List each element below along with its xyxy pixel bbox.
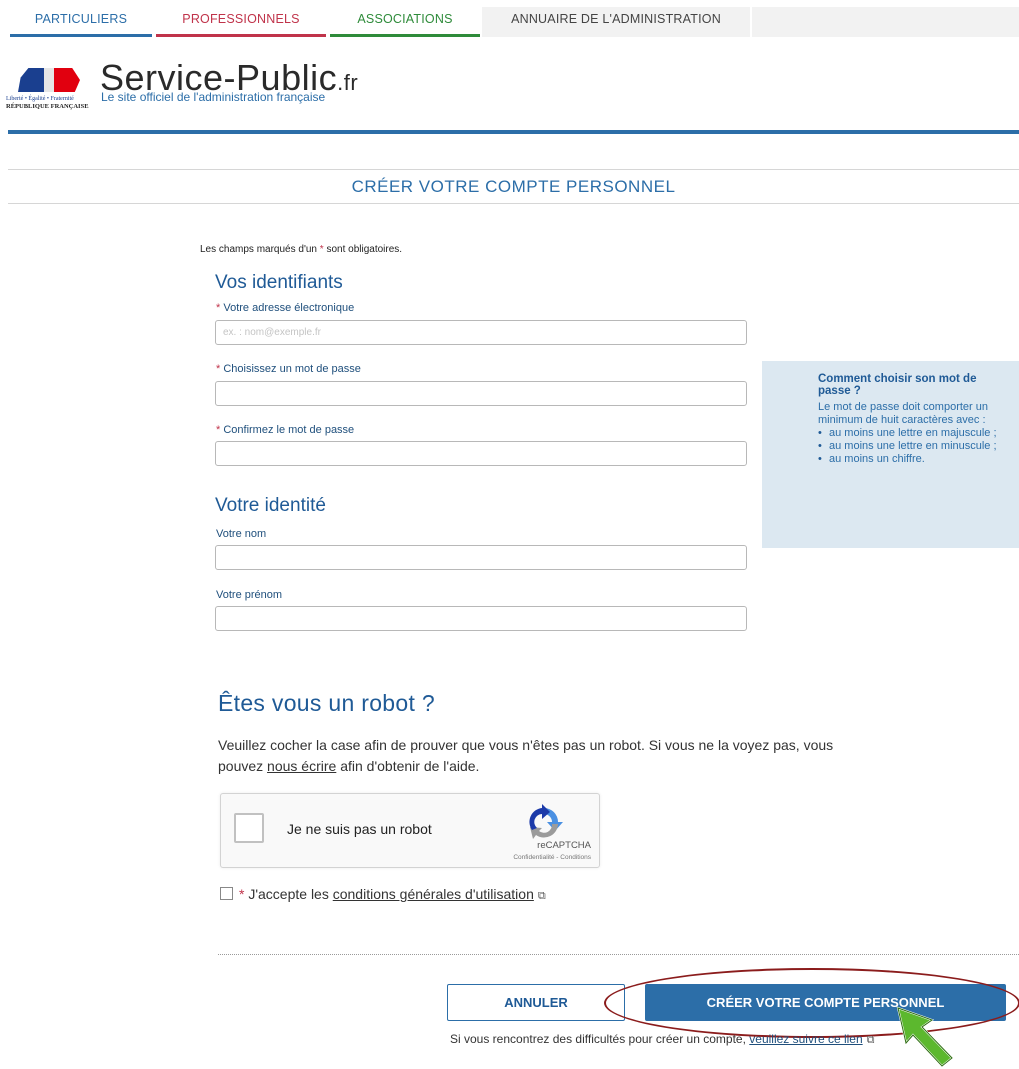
required-fields-note: Les champs marqués d'un * sont obligatoi… — [200, 244, 402, 255]
robot-text-after: afin d'obtenir de l'aide. — [336, 758, 480, 774]
page-title: CRÉER VOTRE COMPTE PERSONNEL — [351, 177, 676, 196]
help-text: Si vous rencontrez des difficultés pour … — [450, 1032, 750, 1046]
password-rule: au moins une lettre en majuscule ; — [818, 427, 1009, 440]
section-title-identifiants: Vos identifiants — [215, 272, 343, 293]
site-subtitle: Le site officiel de l'administration fra… — [101, 90, 326, 104]
password-help-intro: Le mot de passe doit comporter un minimu… — [818, 401, 988, 426]
password-help-title: Comment choisir son mot de passe ? — [818, 373, 977, 397]
password-rules-list: au moins une lettre en majuscule ; au mo… — [818, 427, 1009, 466]
site-name-tld: .fr — [337, 70, 359, 95]
nom-label: Votre nom — [216, 528, 267, 540]
required-star: * — [216, 302, 221, 314]
robot-instructions: Veuillez cocher la case afin de prouver … — [218, 735, 878, 777]
password-help-box: Comment choisir son mot de passe ? Le mo… — [762, 361, 1019, 548]
title-divider-bottom — [8, 203, 1019, 204]
section-title-identite: Votre identité — [215, 495, 326, 516]
marianne-logo[interactable]: Liberté • Égalité • Fraternité RÉPUBLIQU… — [6, 65, 94, 115]
tab-associations[interactable]: ASSOCIATIONS — [330, 7, 480, 37]
password-label: * Choisissez un mot de passe — [216, 363, 361, 375]
password-rule: au moins une lettre en minuscule ; — [818, 440, 1009, 453]
logo-country: RÉPUBLIQUE FRANÇAISE — [6, 103, 89, 110]
cgu-checkbox[interactable] — [220, 887, 233, 900]
recaptcha-checkbox[interactable] — [234, 813, 264, 843]
tab-bar-filler — [752, 7, 1019, 37]
header-divider — [8, 130, 1019, 134]
recaptcha-brand: reCAPTCHA — [537, 840, 591, 851]
recaptcha-widget: Je ne suis pas un robot reCAPTCHA Confid… — [220, 793, 600, 868]
password-confirm-field[interactable] — [215, 441, 747, 466]
required-star: * — [216, 424, 221, 436]
recaptcha-logo-icon — [529, 804, 563, 839]
help-link[interactable]: veuillez suivre ce lien — [749, 1032, 862, 1046]
email-label: * Votre adresse électronique — [216, 302, 354, 314]
robot-section-title: Êtes vous un robot ? — [218, 690, 435, 716]
password-rule: au moins un chiffre. — [818, 453, 1009, 466]
prenom-field[interactable] — [215, 606, 747, 631]
required-star: * — [216, 363, 221, 375]
required-note-after: sont obligatoires. — [323, 244, 403, 255]
required-star: * — [239, 886, 245, 902]
email-label-text: Votre adresse électronique — [223, 302, 355, 314]
actions-divider — [218, 954, 1019, 955]
required-note-before: Les champs marqués d'un — [200, 244, 320, 255]
site-header: Liberté • Égalité • Fraternité RÉPUBLIQU… — [0, 37, 1019, 137]
recaptcha-label: Je ne suis pas un robot — [287, 821, 432, 837]
tab-annuaire-administration[interactable]: ANNUAIRE DE L'ADMINISTRATION — [482, 7, 750, 37]
cgu-link[interactable]: conditions générales d'utilisation — [333, 886, 534, 902]
tab-particuliers[interactable]: PARTICULIERS — [10, 7, 152, 37]
recaptcha-terms-link[interactable]: Confidentialité - Conditions — [459, 854, 591, 861]
password-confirm-label: * Confirmez le mot de passe — [216, 424, 354, 436]
external-link-icon: ⧉ — [866, 1034, 875, 1046]
password-field[interactable] — [215, 381, 747, 406]
password-label-text: Choisissez un mot de passe — [223, 363, 361, 375]
nom-field[interactable] — [215, 545, 747, 570]
top-navigation: PARTICULIERS PROFESSIONNELS ASSOCIATIONS… — [0, 0, 1019, 37]
contact-us-link[interactable]: nous écrire — [267, 758, 336, 774]
logo-motto: Liberté • Égalité • Fraternité — [6, 96, 74, 102]
email-field[interactable] — [215, 320, 747, 345]
external-link-icon: ⧉ — [537, 890, 546, 902]
marianne-flag-icon — [6, 65, 94, 95]
help-line: Si vous rencontrez des difficultés pour … — [450, 1032, 875, 1047]
tab-professionnels[interactable]: PROFESSIONNELS — [156, 7, 326, 37]
prenom-label: Votre prénom — [216, 589, 283, 601]
title-divider-top — [8, 169, 1019, 170]
cgu-text: J'accepte les — [248, 886, 333, 902]
cgu-acceptance: * J'accepte les conditions générales d'u… — [220, 886, 546, 903]
cancel-button[interactable]: ANNULER — [447, 984, 625, 1021]
pointer-arrow-icon — [896, 1006, 954, 1068]
password-confirm-label-text: Confirmez le mot de passe — [223, 424, 355, 436]
